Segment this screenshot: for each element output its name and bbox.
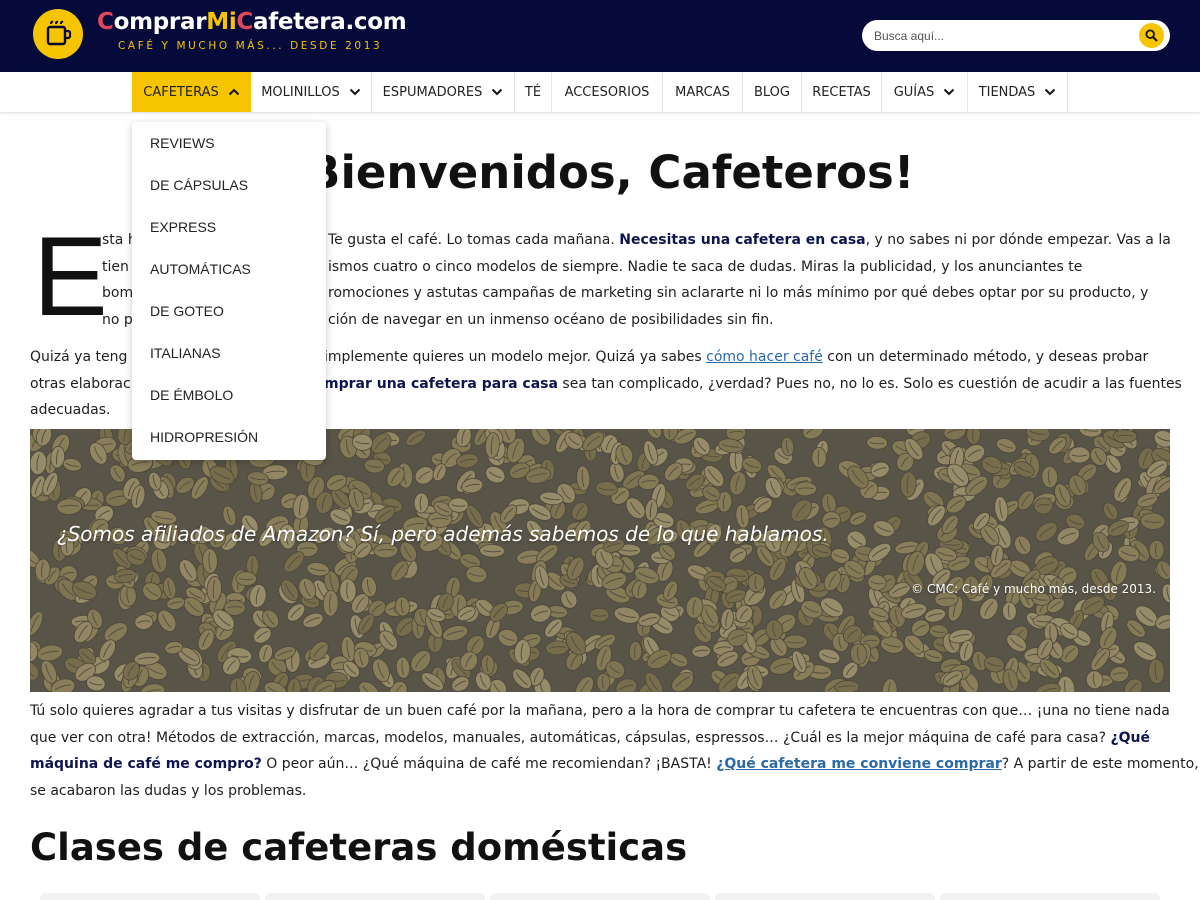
dropdown-item-automaticas[interactable]: AUTOMÁTICAS [150, 261, 251, 277]
site-logo[interactable] [33, 9, 83, 59]
site-title[interactable]: ComprarMiCafetera.com [97, 9, 407, 35]
para3-bold: ¿Qué [1110, 729, 1150, 746]
coffee-beans-hero-image: ¿Somos afiliados de Amazon? Sí, pero ade… [30, 429, 1170, 692]
site-title-part2: Mi [206, 9, 237, 35]
para2-bold: mprar una cafetera para casa [324, 375, 558, 392]
dropdown-item-italianas[interactable]: ITALIANAS [150, 345, 221, 361]
category-card[interactable] [40, 893, 260, 900]
dropdown-item-express[interactable]: EXPRESS [150, 219, 216, 235]
intro-text: , y no sabes ni por dónde empezar. Vas a… [865, 232, 1171, 248]
nav-item-label: MOLINILLOS [261, 84, 340, 100]
nav-item-label: ACCESORIOS [564, 84, 650, 100]
search-bar [862, 20, 1170, 51]
nav-item-label: ESPUMADORES [382, 84, 483, 100]
nav-item-te[interactable]: TÉ [515, 72, 552, 112]
nav-item-tiendas[interactable]: TIENDAS [968, 72, 1068, 112]
nav-item-espumadores[interactable]: ESPUMADORES [372, 72, 515, 112]
intro-line1: Te gusta el café. Lo tomas cada mañana. … [328, 227, 1171, 254]
intro-paragraph: Te gusta el café. Lo tomas cada mañana. … [328, 227, 1171, 333]
intro-text: Te gusta el café. Lo tomas cada mañana. [328, 232, 620, 248]
nav-item-label: BLOG [753, 84, 790, 100]
para3: Tú solo quieres agradar a tus visitas y … [30, 698, 1199, 804]
para3-line2: que ver con otra! Métodos de extracción,… [30, 725, 1170, 752]
para3-bold: máquina de café me compro? [30, 756, 262, 772]
intro-line2: ismos cuatro o cinco modelos de siempre.… [328, 258, 1083, 275]
para2-text: con un determinado método, y deseas prob… [822, 349, 1149, 365]
dropdown-item-capsulas[interactable]: DE CÁPSULAS [150, 177, 248, 193]
site-title-part4: .com [345, 9, 407, 35]
para3-text: que ver con otra! Métodos de extracción,… [30, 729, 1111, 746]
site-title-initial: C [97, 9, 114, 35]
nav-item-blog[interactable]: BLOG [743, 72, 802, 112]
site-title-part3-initial: C [236, 9, 253, 35]
hero-credit: © CMC: Café y mucho más, desde 2013. [911, 582, 1156, 596]
nav-item-accesorios[interactable]: ACCESORIOS [552, 72, 663, 112]
cafeteras-dropdown-menu: REVIEWS DE CÁPSULAS EXPRESS AUTOMÁTICAS … [132, 122, 326, 460]
para3-line3: máquina de café me compro? O peor aún… ¿… [30, 751, 1199, 778]
search-icon [1145, 29, 1158, 42]
para3-line1: Tú solo quieres agradar a tus visitas y … [30, 703, 1170, 719]
dropdown-item-hidropresion[interactable]: HIDROPRESIÓN [150, 429, 258, 445]
nav-item-molinillos[interactable]: MOLINILLOS [251, 72, 372, 112]
nav-item-label: CAFETERAS [143, 84, 219, 100]
nav-item-cafeteras[interactable]: CAFETERAS [132, 72, 251, 112]
para2-line2: mprar una cafetera para casa sea tan com… [324, 371, 1182, 398]
nav-item-guias[interactable]: GUÍAS [882, 72, 968, 112]
category-card[interactable] [490, 893, 710, 900]
nav-item-label: TIENDAS [978, 84, 1036, 100]
site-title-part3-rest: afetera [253, 9, 346, 35]
dropdown-item-reviews[interactable]: REVIEWS [150, 135, 215, 151]
para3-text: O peor aún… ¿Qué máquina de café me reco… [261, 756, 717, 772]
dropdown-item-goteo[interactable]: DE GOTEO [150, 303, 224, 319]
category-card[interactable] [265, 893, 485, 900]
para2-text: implemente quieres un modelo mejor. Quiz… [324, 349, 707, 365]
intro-line3: romociones y astutas campañas de marketi… [328, 285, 1149, 301]
nav-item-marcas[interactable]: MARCAS [663, 72, 743, 112]
para2-line3: adecuadas. [30, 402, 111, 418]
drop-cap: E [33, 214, 108, 339]
chevron-down-icon [1045, 88, 1056, 96]
hero-tagline: ¿Somos afiliados de Amazon? Sí, pero ade… [57, 522, 829, 546]
para2-left: Quizá ya teng otras elaborac adecuadas. [30, 344, 140, 424]
nav-item-label: MARCAS [675, 84, 730, 100]
main-nav: CAFETERAS MOLINILLOS ESPUMADORES TÉ ACCE… [0, 72, 1200, 113]
nav-item-label: TÉ [524, 84, 542, 100]
nav-item-label: RECETAS [812, 84, 871, 100]
site-title-part1-rest: omprar [113, 9, 207, 35]
chevron-down-icon [492, 88, 503, 96]
coffee-cup-icon [46, 20, 72, 46]
intro-line4: ción de navegar en un inmenso océano de … [328, 311, 774, 328]
search-button[interactable] [1139, 23, 1164, 48]
section-heading: Clases de cafeteras domésticas [30, 826, 688, 869]
site-tagline: CAFÉ Y MUCHO MÁS... DESDE 2013 [118, 40, 383, 52]
para3-text: ? A partir de este momento, [1001, 756, 1199, 772]
como-hacer-cafe-link[interactable]: cómo hacer café [706, 349, 823, 365]
nav-item-recetas[interactable]: RECETAS [802, 72, 882, 112]
intro-bold: Necesitas una cafetera en casa [619, 232, 866, 248]
para2: implemente quieres un modelo mejor. Quiz… [324, 344, 1182, 398]
para2-line1: implemente quieres un modelo mejor. Quiz… [324, 344, 1170, 371]
dropdown-item-embolo[interactable]: DE ÉMBOLO [150, 387, 233, 403]
para2-text: sea tan complicado, ¿verdad? Pues no, no… [557, 375, 1182, 392]
search-input[interactable] [874, 20, 1136, 51]
nav-item-label: GUÍAS [893, 84, 935, 100]
chevron-up-icon [228, 88, 239, 96]
para2-line2-start: otras elaborac [30, 375, 131, 392]
coffee-beans-photo [30, 429, 1170, 692]
chevron-down-icon [944, 88, 955, 96]
que-cafetera-comprar-link[interactable]: ¿Qué cafetera me conviene comprar [716, 756, 1001, 772]
category-card[interactable] [940, 893, 1160, 900]
site-header: ComprarMiCafetera.com CAFÉ Y MUCHO MÁS..… [0, 0, 1200, 72]
para2-line1-start: Quizá ya teng [30, 349, 128, 365]
para3-line4: se acabaron las dudas y los problemas. [30, 782, 307, 799]
chevron-down-icon [349, 88, 361, 96]
category-card[interactable] [715, 893, 935, 900]
